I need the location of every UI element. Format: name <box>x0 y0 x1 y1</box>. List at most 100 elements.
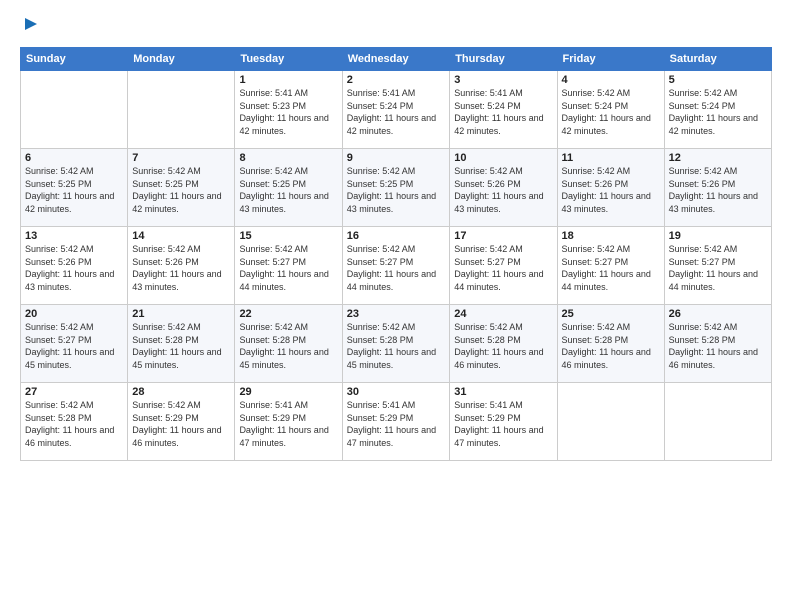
day-info: Sunrise: 5:42 AM Sunset: 5:28 PM Dayligh… <box>25 399 123 449</box>
day-info: Sunrise: 5:42 AM Sunset: 5:28 PM Dayligh… <box>669 321 767 371</box>
calendar-cell: 16Sunrise: 5:42 AM Sunset: 5:27 PM Dayli… <box>342 227 450 305</box>
day-number: 27 <box>25 386 123 398</box>
day-number: 14 <box>132 230 230 242</box>
calendar-week-row: 13Sunrise: 5:42 AM Sunset: 5:26 PM Dayli… <box>21 227 772 305</box>
day-number: 23 <box>347 308 446 320</box>
day-info: Sunrise: 5:41 AM Sunset: 5:29 PM Dayligh… <box>239 399 337 449</box>
calendar-cell: 14Sunrise: 5:42 AM Sunset: 5:26 PM Dayli… <box>128 227 235 305</box>
logo-block <box>20 18 39 37</box>
day-number: 20 <box>25 308 123 320</box>
day-number: 21 <box>132 308 230 320</box>
day-info: Sunrise: 5:42 AM Sunset: 5:27 PM Dayligh… <box>25 321 123 371</box>
calendar-cell: 6Sunrise: 5:42 AM Sunset: 5:25 PM Daylig… <box>21 149 128 227</box>
day-number: 29 <box>239 386 337 398</box>
calendar-week-row: 1Sunrise: 5:41 AM Sunset: 5:23 PM Daylig… <box>21 71 772 149</box>
calendar-cell: 25Sunrise: 5:42 AM Sunset: 5:28 PM Dayli… <box>557 305 664 383</box>
day-header-monday: Monday <box>128 48 235 71</box>
day-info: Sunrise: 5:42 AM Sunset: 5:28 PM Dayligh… <box>454 321 552 371</box>
calendar-cell: 22Sunrise: 5:42 AM Sunset: 5:28 PM Dayli… <box>235 305 342 383</box>
day-header-thursday: Thursday <box>450 48 557 71</box>
day-info: Sunrise: 5:42 AM Sunset: 5:27 PM Dayligh… <box>669 243 767 293</box>
calendar-cell: 30Sunrise: 5:41 AM Sunset: 5:29 PM Dayli… <box>342 383 450 461</box>
calendar-cell: 3Sunrise: 5:41 AM Sunset: 5:24 PM Daylig… <box>450 71 557 149</box>
day-info: Sunrise: 5:42 AM Sunset: 5:25 PM Dayligh… <box>132 165 230 215</box>
calendar-cell: 21Sunrise: 5:42 AM Sunset: 5:28 PM Dayli… <box>128 305 235 383</box>
calendar-cell <box>664 383 771 461</box>
day-number: 24 <box>454 308 552 320</box>
calendar-cell: 10Sunrise: 5:42 AM Sunset: 5:26 PM Dayli… <box>450 149 557 227</box>
day-info: Sunrise: 5:42 AM Sunset: 5:26 PM Dayligh… <box>25 243 123 293</box>
calendar-cell: 9Sunrise: 5:42 AM Sunset: 5:25 PM Daylig… <box>342 149 450 227</box>
day-number: 8 <box>239 152 337 164</box>
day-info: Sunrise: 5:42 AM Sunset: 5:26 PM Dayligh… <box>562 165 660 215</box>
day-number: 7 <box>132 152 230 164</box>
calendar-cell: 4Sunrise: 5:42 AM Sunset: 5:24 PM Daylig… <box>557 71 664 149</box>
day-number: 28 <box>132 386 230 398</box>
day-info: Sunrise: 5:41 AM Sunset: 5:24 PM Dayligh… <box>454 87 552 137</box>
calendar-cell: 15Sunrise: 5:42 AM Sunset: 5:27 PM Dayli… <box>235 227 342 305</box>
day-info: Sunrise: 5:42 AM Sunset: 5:27 PM Dayligh… <box>454 243 552 293</box>
day-info: Sunrise: 5:42 AM Sunset: 5:28 PM Dayligh… <box>347 321 446 371</box>
day-info: Sunrise: 5:41 AM Sunset: 5:23 PM Dayligh… <box>239 87 337 137</box>
day-header-friday: Friday <box>557 48 664 71</box>
calendar-cell: 2Sunrise: 5:41 AM Sunset: 5:24 PM Daylig… <box>342 71 450 149</box>
day-number: 17 <box>454 230 552 242</box>
day-info: Sunrise: 5:42 AM Sunset: 5:27 PM Dayligh… <box>239 243 337 293</box>
day-info: Sunrise: 5:42 AM Sunset: 5:28 PM Dayligh… <box>562 321 660 371</box>
day-number: 11 <box>562 152 660 164</box>
logo-top <box>20 18 39 37</box>
day-number: 25 <box>562 308 660 320</box>
day-info: Sunrise: 5:42 AM Sunset: 5:27 PM Dayligh… <box>562 243 660 293</box>
day-info: Sunrise: 5:42 AM Sunset: 5:25 PM Dayligh… <box>239 165 337 215</box>
day-info: Sunrise: 5:42 AM Sunset: 5:26 PM Dayligh… <box>132 243 230 293</box>
day-info: Sunrise: 5:41 AM Sunset: 5:24 PM Dayligh… <box>347 87 446 137</box>
calendar-header-row: SundayMondayTuesdayWednesdayThursdayFrid… <box>21 48 772 71</box>
day-header-sunday: Sunday <box>21 48 128 71</box>
day-number: 22 <box>239 308 337 320</box>
day-number: 16 <box>347 230 446 242</box>
day-info: Sunrise: 5:42 AM Sunset: 5:26 PM Dayligh… <box>454 165 552 215</box>
calendar-cell: 19Sunrise: 5:42 AM Sunset: 5:27 PM Dayli… <box>664 227 771 305</box>
day-number: 2 <box>347 74 446 86</box>
day-info: Sunrise: 5:42 AM Sunset: 5:26 PM Dayligh… <box>669 165 767 215</box>
day-number: 6 <box>25 152 123 164</box>
calendar-cell: 11Sunrise: 5:42 AM Sunset: 5:26 PM Dayli… <box>557 149 664 227</box>
calendar-cell: 28Sunrise: 5:42 AM Sunset: 5:29 PM Dayli… <box>128 383 235 461</box>
calendar-cell: 8Sunrise: 5:42 AM Sunset: 5:25 PM Daylig… <box>235 149 342 227</box>
day-header-wednesday: Wednesday <box>342 48 450 71</box>
calendar-cell: 7Sunrise: 5:42 AM Sunset: 5:25 PM Daylig… <box>128 149 235 227</box>
calendar-cell: 20Sunrise: 5:42 AM Sunset: 5:27 PM Dayli… <box>21 305 128 383</box>
day-number: 5 <box>669 74 767 86</box>
calendar-cell <box>21 71 128 149</box>
day-info: Sunrise: 5:42 AM Sunset: 5:24 PM Dayligh… <box>669 87 767 137</box>
day-info: Sunrise: 5:42 AM Sunset: 5:29 PM Dayligh… <box>132 399 230 449</box>
calendar-cell: 31Sunrise: 5:41 AM Sunset: 5:29 PM Dayli… <box>450 383 557 461</box>
calendar-table: SundayMondayTuesdayWednesdayThursdayFrid… <box>20 47 772 461</box>
calendar-cell: 1Sunrise: 5:41 AM Sunset: 5:23 PM Daylig… <box>235 71 342 149</box>
day-number: 13 <box>25 230 123 242</box>
page: SundayMondayTuesdayWednesdayThursdayFrid… <box>0 0 792 612</box>
calendar-week-row: 20Sunrise: 5:42 AM Sunset: 5:27 PM Dayli… <box>21 305 772 383</box>
day-number: 19 <box>669 230 767 242</box>
day-number: 1 <box>239 74 337 86</box>
day-number: 26 <box>669 308 767 320</box>
day-number: 9 <box>347 152 446 164</box>
day-header-tuesday: Tuesday <box>235 48 342 71</box>
calendar-week-row: 6Sunrise: 5:42 AM Sunset: 5:25 PM Daylig… <box>21 149 772 227</box>
calendar-cell <box>557 383 664 461</box>
day-number: 4 <box>562 74 660 86</box>
day-info: Sunrise: 5:42 AM Sunset: 5:28 PM Dayligh… <box>239 321 337 371</box>
calendar-cell: 18Sunrise: 5:42 AM Sunset: 5:27 PM Dayli… <box>557 227 664 305</box>
calendar-cell: 24Sunrise: 5:42 AM Sunset: 5:28 PM Dayli… <box>450 305 557 383</box>
calendar-cell: 5Sunrise: 5:42 AM Sunset: 5:24 PM Daylig… <box>664 71 771 149</box>
logo <box>20 18 39 37</box>
header <box>20 18 772 37</box>
day-info: Sunrise: 5:42 AM Sunset: 5:24 PM Dayligh… <box>562 87 660 137</box>
calendar-cell: 13Sunrise: 5:42 AM Sunset: 5:26 PM Dayli… <box>21 227 128 305</box>
day-number: 10 <box>454 152 552 164</box>
calendar-cell: 23Sunrise: 5:42 AM Sunset: 5:28 PM Dayli… <box>342 305 450 383</box>
day-number: 30 <box>347 386 446 398</box>
day-info: Sunrise: 5:42 AM Sunset: 5:25 PM Dayligh… <box>25 165 123 215</box>
day-info: Sunrise: 5:41 AM Sunset: 5:29 PM Dayligh… <box>347 399 446 449</box>
day-number: 31 <box>454 386 552 398</box>
